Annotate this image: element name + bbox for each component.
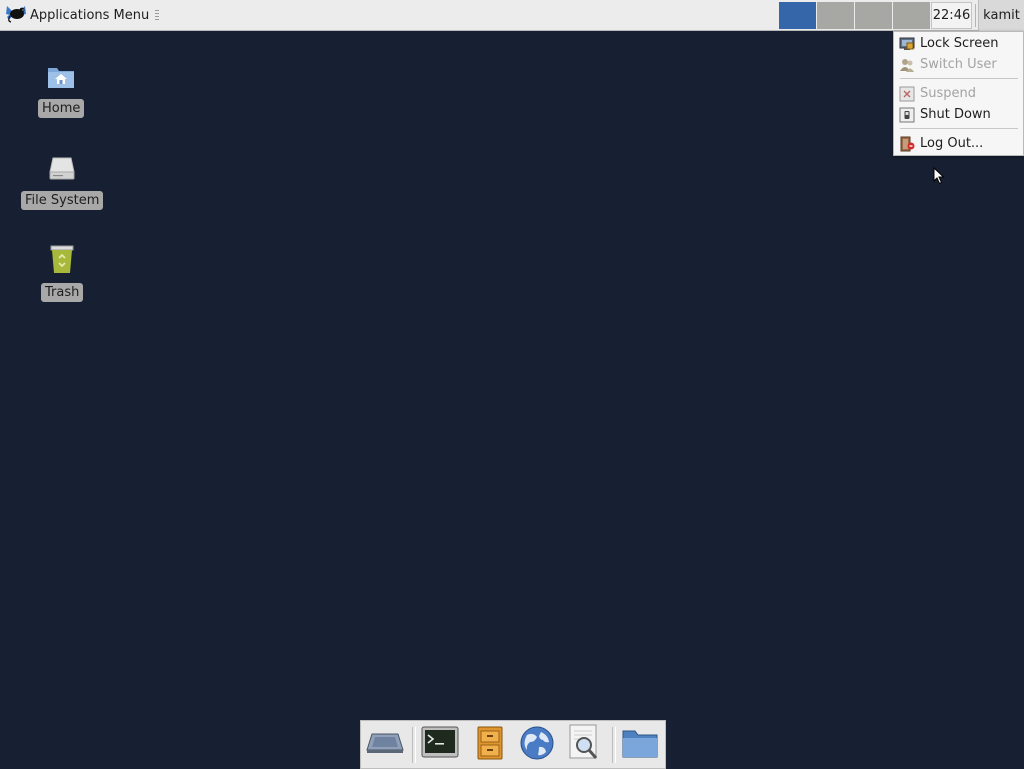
menu-item-switch-user[interactable]: Switch User [894, 54, 1023, 75]
menu-item-lock-screen[interactable]: Lock Screen [894, 33, 1023, 54]
dock-item-terminal[interactable] [420, 725, 460, 765]
user-menu-button[interactable]: kamit [978, 0, 1024, 31]
trash-icon [46, 244, 78, 280]
workspace-2-button[interactable] [817, 2, 854, 29]
dock-item-web-browser[interactable] [517, 725, 557, 765]
clock[interactable]: 22:46 [931, 2, 972, 29]
applications-menu-label: Applications Menu [30, 7, 150, 23]
menu-item-label: Log Out... [920, 136, 984, 151]
menu-item-suspend[interactable]: Suspend [894, 83, 1023, 104]
menu-item-label: Shut Down [920, 107, 991, 122]
globe-icon [519, 725, 555, 765]
panel-handle[interactable] [155, 10, 159, 20]
dock-item-file-manager[interactable] [470, 725, 510, 765]
dock-separator [412, 727, 416, 763]
workspace-4-button[interactable] [893, 2, 930, 29]
workspace-1-button[interactable] [779, 2, 816, 29]
logout-icon [899, 136, 915, 152]
applications-menu-button[interactable]: Applications Menu [3, 2, 153, 28]
menu-item-shut-down[interactable]: Shut Down [894, 104, 1023, 125]
desktop-icon-file-system[interactable]: File System [21, 152, 104, 210]
xfce-mouse-icon [5, 2, 27, 28]
shutdown-icon [899, 107, 915, 123]
suspend-icon [899, 86, 915, 102]
top-panel: Applications Menu 22:46 kamit [0, 0, 1024, 31]
menu-separator [900, 128, 1018, 129]
menu-item-label: Suspend [920, 86, 977, 101]
desktop-icon-label: Home [38, 99, 85, 118]
dock-item-folder[interactable] [620, 725, 660, 765]
dock-item-show-desktop[interactable] [365, 725, 405, 765]
lock-screen-icon [899, 36, 915, 52]
home-folder-icon [45, 60, 77, 96]
dock-panel [360, 720, 666, 769]
file-cabinet-icon [476, 726, 504, 764]
show-desktop-icon [366, 730, 404, 760]
menu-item-log-out[interactable]: Log Out... [894, 133, 1023, 154]
terminal-icon [421, 726, 459, 764]
desktop-icon-home[interactable]: Home [38, 60, 85, 118]
desktop-icon-label: Trash [41, 283, 84, 302]
desktop-icon-trash[interactable]: Trash [41, 244, 84, 302]
folder-icon [621, 727, 659, 763]
search-icon [567, 724, 603, 766]
menu-separator [900, 78, 1018, 79]
mouse-cursor-icon [933, 166, 945, 189]
desktop-icon-label: File System [21, 191, 104, 210]
menu-item-label: Switch User [920, 57, 997, 72]
dock-separator [612, 727, 616, 763]
session-menu: Lock Screen Switch User Suspend Shut Dow… [893, 31, 1024, 156]
menu-item-label: Lock Screen [920, 36, 999, 51]
workspace-switcher [779, 2, 931, 29]
dock-item-app-finder[interactable] [565, 724, 605, 766]
switch-user-icon [899, 57, 915, 73]
drive-icon [46, 152, 78, 188]
workspace-3-button[interactable] [855, 2, 892, 29]
